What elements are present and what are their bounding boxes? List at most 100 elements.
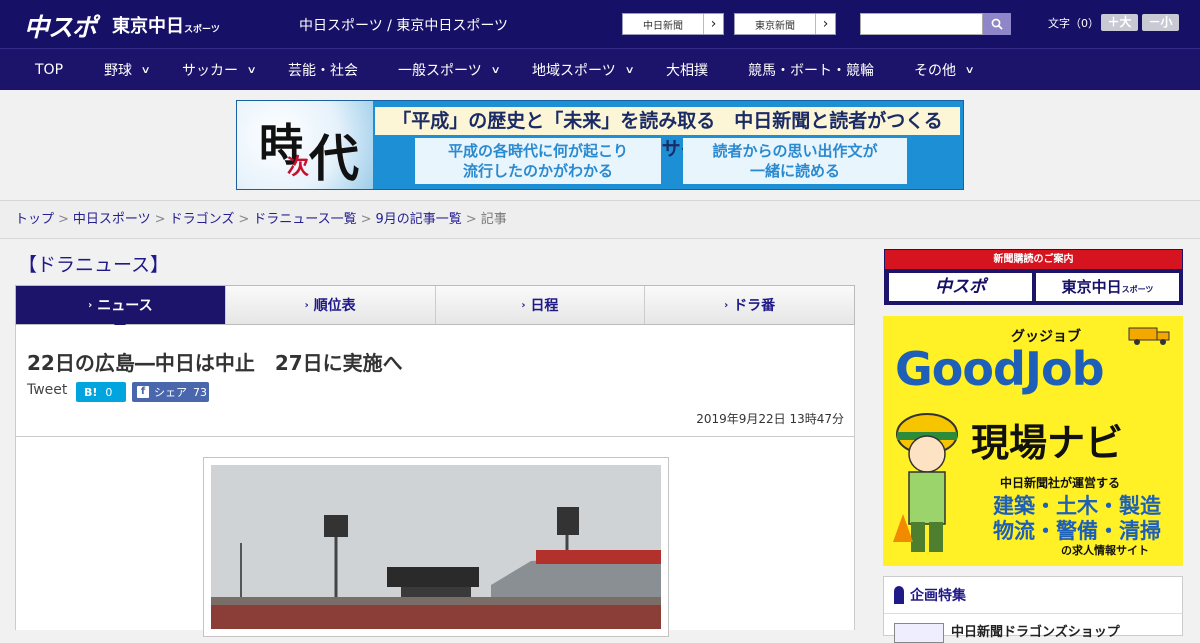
tokyo-shinbun-link[interactable]: 東京新聞 › xyxy=(734,13,836,35)
chevron-down-icon: ∨ xyxy=(964,64,975,76)
feature-title: 企画特集 xyxy=(894,585,966,605)
breadcrumb-link-chunichi-sports[interactable]: 中日スポーツ xyxy=(73,212,151,227)
breadcrumb-separator: > xyxy=(154,212,166,227)
font-bigger-button[interactable]: ＋大 xyxy=(1101,14,1138,31)
nav-item-keiba[interactable]: 競馬・ボート・競輪 xyxy=(748,49,874,91)
breadcrumb-link-september[interactable]: 9月の記事一覧 xyxy=(376,212,462,227)
goodjob-ad[interactable]: グッジョブ GoodJob 現場ナビ 中日新聞社が運営する 建築・土木・製造 物… xyxy=(883,316,1183,566)
banner-headline: 「平成」の歴史と「未来」を読み取る 中日新聞と読者がつくるWebサイト xyxy=(375,107,960,160)
nav-item-label: 大相撲 xyxy=(666,63,708,79)
chevron-down-icon: ∨ xyxy=(140,64,151,76)
nav-item-label: 地域スポーツ xyxy=(532,63,616,79)
search-icon xyxy=(991,18,1003,30)
hatena-bookmark-button[interactable]: B! 0 xyxy=(76,382,126,402)
nav-item-baseball[interactable]: 野球 ∨ xyxy=(104,49,151,91)
tab-standings[interactable]: › 順位表 xyxy=(224,286,435,324)
feature-section: 企画特集 中日新聞ドラゴンズショップ xyxy=(883,576,1183,643)
subscribe-tokyo-link[interactable]: 東京中日スポーツ xyxy=(1036,273,1179,301)
subscription-banner[interactable]: 新聞購読のご案内 中スポ 東京中日スポーツ xyxy=(884,249,1183,305)
ribbon-icon xyxy=(894,586,904,604)
tab-label: ドラ番 xyxy=(733,298,776,314)
jidai-logo-char: 次 xyxy=(287,154,310,180)
nav-item-label: 一般スポーツ xyxy=(398,63,482,79)
truck-icon xyxy=(1128,327,1170,345)
search-input[interactable] xyxy=(860,13,983,35)
breadcrumb-separator: > xyxy=(58,212,69,227)
goodjob-title: GoodJob xyxy=(895,342,1105,396)
chunichi-shinbun-link[interactable]: 中日新聞 › xyxy=(622,13,724,35)
nav-item-label: その他 xyxy=(914,63,956,79)
subscribe-tokyo-small: スポーツ xyxy=(1121,285,1154,294)
chevron-right-icon: › xyxy=(724,299,729,311)
tab-label: 日程 xyxy=(530,298,559,314)
tokyo-logo-small: スポーツ xyxy=(184,25,220,35)
nav-item-label: 野球 xyxy=(104,63,132,79)
news-tabs: › ニュース › 順位表 › 日程 › ドラ番 xyxy=(15,285,855,331)
goodjob-jobs-line2: 物流・警備・清掃 xyxy=(993,519,1161,543)
tab-doraban[interactable]: › ドラ番 xyxy=(644,286,854,324)
breadcrumb-separator: > xyxy=(238,212,250,227)
subscribe-tokyo-text: 東京中日 xyxy=(1061,278,1122,296)
banner-box-left: 平成の各時代に何が起こり 流行したのかがわかる xyxy=(415,138,661,184)
chuspo-logo[interactable]: 中スポ xyxy=(24,8,97,44)
divider xyxy=(884,613,1182,614)
tokyo-shinbun-label: 東京新聞 xyxy=(755,20,795,32)
nav-item-label: 競馬・ボート・競輪 xyxy=(748,63,874,79)
tab-news[interactable]: › ニュース xyxy=(16,286,225,331)
goodjob-navi: 現場ナビ xyxy=(971,421,1124,465)
article-headline: 22日の広島―中日は中止 27日に実施へ xyxy=(27,351,403,375)
nav-item-local-sports[interactable]: 地域スポーツ ∨ xyxy=(532,49,635,91)
font-size-label: 文字（0） xyxy=(1048,17,1099,30)
hatena-count: 0 xyxy=(105,385,113,399)
tab-label: 順位表 xyxy=(313,298,356,314)
tokyo-chunichi-logo[interactable]: 東京中日スポーツ xyxy=(112,12,220,38)
facebook-icon: f xyxy=(137,386,149,398)
article-photo[interactable] xyxy=(203,457,669,637)
nav-item-top[interactable]: TOP xyxy=(35,49,63,91)
site-header: 中スポ 東京中日スポーツ 中日スポーツ / 東京中日スポーツ 中日新聞 › 東京… xyxy=(0,0,1200,48)
stadium-photo xyxy=(211,465,661,629)
tweet-button[interactable]: Tweet xyxy=(27,382,67,398)
banner-box-right: 読者からの思い出作文が 一緒に読める xyxy=(683,138,907,184)
chevron-right-icon: › xyxy=(304,299,309,311)
nav-item-soccer[interactable]: サッカー ∨ xyxy=(182,49,257,91)
goodjob-footer: の求人情報サイト xyxy=(1061,544,1149,557)
subscription-title: 新聞購読のご案内 xyxy=(885,250,1182,269)
search-button[interactable] xyxy=(983,13,1011,35)
banner-box-text: 一緒に読める xyxy=(749,162,840,180)
facebook-share-button[interactable]: f シェア 73 xyxy=(132,382,209,402)
breadcrumb-link-dora-news[interactable]: ドラニュース一覧 xyxy=(253,212,356,227)
nav-item-label: サッカー xyxy=(182,63,238,79)
facebook-share-label: シェア xyxy=(154,386,187,399)
chevron-right-icon: › xyxy=(815,14,835,34)
feature-title-text: 企画特集 xyxy=(910,588,966,604)
chevron-down-icon: ∨ xyxy=(246,64,257,76)
jidai-logo-char: 代 xyxy=(309,129,359,188)
nav-item-entertainment[interactable]: 芸能・社会 xyxy=(288,49,358,91)
breadcrumb-link-top[interactable]: トップ xyxy=(15,212,54,227)
nav-item-other[interactable]: その他 ∨ xyxy=(914,49,975,91)
chevron-right-icon: › xyxy=(703,14,723,34)
stadium-illustration xyxy=(211,465,661,629)
nav-item-label: TOP xyxy=(35,62,64,78)
breadcrumb-separator: > xyxy=(465,212,477,227)
banner-box-text: 平成の各時代に何が起こり xyxy=(447,142,628,160)
font-smaller-button[interactable]: －小 xyxy=(1142,14,1179,31)
tab-schedule[interactable]: › 日程 xyxy=(434,286,645,324)
nav-item-sumo[interactable]: 大相撲 xyxy=(666,49,708,91)
subscribe-chuspo-link[interactable]: 中スポ xyxy=(889,273,1032,301)
chevron-right-icon: › xyxy=(88,299,93,311)
header-title: 中日スポーツ / 東京中日スポーツ xyxy=(299,18,509,34)
tab-label: ニュース xyxy=(97,298,153,314)
article-photo-area xyxy=(15,437,855,637)
worker-illustration xyxy=(893,413,958,552)
chevron-down-icon: ∨ xyxy=(490,64,501,76)
breadcrumb-link-dragons[interactable]: ドラゴンズ xyxy=(170,212,235,227)
article-date: 2019年9月22日 13時47分 xyxy=(696,412,844,426)
breadcrumb-separator: > xyxy=(360,212,372,227)
banner-box-text: 読者からの思い出作文が xyxy=(712,142,878,160)
jidai-banner-ad[interactable]: 時 次 代 「平成」の歴史と「未来」を読み取る 中日新聞と読者がつくるWebサイ… xyxy=(236,100,964,190)
feature-thumbnail[interactable] xyxy=(894,623,944,643)
nav-item-general-sports[interactable]: 一般スポーツ ∨ xyxy=(398,49,501,91)
feature-item-link[interactable]: 中日新聞ドラゴンズショップ xyxy=(951,621,1120,640)
